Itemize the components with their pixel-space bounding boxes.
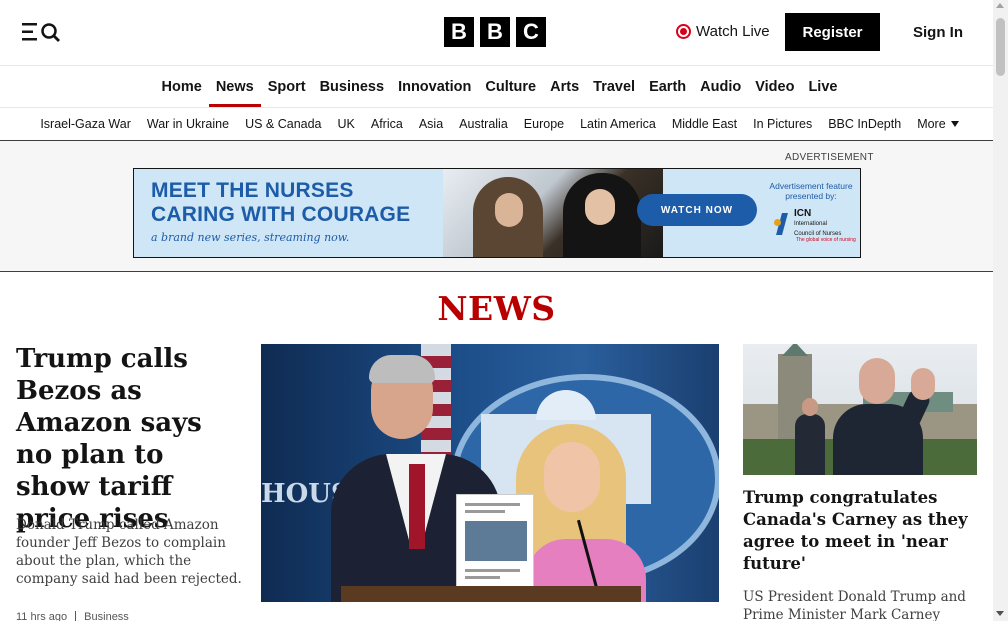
icn-logo-icon [774, 213, 790, 235]
woman-figure [516, 424, 646, 602]
nav-item-video[interactable]: Video [748, 66, 801, 107]
logo-letter: B [444, 17, 474, 47]
subnav-item-us-canada[interactable]: US & Canada [237, 108, 329, 140]
subnav-item-australia[interactable]: Australia [451, 108, 516, 140]
advertisement-banner[interactable]: MEET THE NURSES CARING WITH COURAGE a br… [133, 168, 861, 258]
ad-photo [443, 169, 663, 257]
nav-item-live[interactable]: Live [801, 66, 844, 107]
live-dot-icon [676, 24, 691, 39]
caret-down-icon [950, 121, 959, 127]
top-bar: B B C Watch Live Register Sign In [0, 0, 993, 66]
subnav-item-latin-america[interactable]: Latin America [572, 108, 664, 140]
subnav-item-uk[interactable]: UK [330, 108, 363, 140]
side-story-summary: US President Donald Trump and Prime Mini… [743, 589, 966, 621]
lead-story-category[interactable]: Business [84, 611, 129, 621]
security-guard-figure [795, 398, 825, 475]
scroll-thumb[interactable] [996, 18, 1005, 76]
lead-story-time: 11 hrs ago [16, 611, 68, 621]
more-menu-button[interactable]: More [909, 108, 966, 140]
watch-live-label: Watch Live [696, 23, 770, 40]
watch-live-link[interactable]: Watch Live [676, 23, 770, 40]
subnav-item-war-in-ukraine[interactable]: War in Ukraine [139, 108, 237, 140]
nav-item-earth[interactable]: Earth [642, 66, 693, 107]
ad-sponsor-logo: ICN International Council of Nurses [774, 209, 841, 238]
nav-item-culture[interactable]: Culture [478, 66, 543, 107]
nav-item-innovation[interactable]: Innovation [391, 66, 478, 107]
search-icon [41, 23, 60, 42]
ad-sponsor-name: International [794, 221, 828, 227]
ad-headline: MEET THE NURSES CARING WITH COURAGE [151, 179, 410, 227]
ad-subline: a brand new series, streaming now. [151, 231, 350, 244]
man-head [859, 358, 895, 404]
ad-sponsor-short: ICN [794, 208, 812, 219]
scroll-up-arrow-icon[interactable] [996, 3, 1004, 8]
ad-photo-face [585, 189, 615, 225]
secondary-nav: Israel-Gaza War War in Ukraine US & Cana… [0, 108, 993, 141]
ad-headline-line: CARING WITH COURAGE [151, 203, 411, 226]
logo-letter: B [480, 17, 510, 47]
nav-item-arts[interactable]: Arts [543, 66, 586, 107]
subnav-item-in-pictures[interactable]: In Pictures [745, 108, 820, 140]
ad-watch-now-button[interactable]: WATCH NOW [637, 194, 757, 226]
ad-sponsor-tagline: The global voice of nursing [796, 237, 856, 243]
nav-item-audio[interactable]: Audio [693, 66, 748, 107]
man-hand [911, 368, 935, 400]
lead-story-summary: Donald Trump called Amazon founder Jeff … [16, 517, 242, 587]
meta-divider [75, 611, 77, 621]
woman-face [544, 442, 600, 512]
primary-nav: Home News Sport Business Innovation Cult… [0, 66, 993, 108]
nav-item-business[interactable]: Business [313, 66, 391, 107]
waving-man-figure [833, 358, 943, 475]
printout-line [465, 503, 520, 506]
nav-item-news[interactable]: News [208, 66, 261, 107]
subnav-item-bbc-indepth[interactable]: BBC InDepth [820, 108, 909, 140]
printout-line [465, 510, 505, 513]
nav-item-home[interactable]: Home [155, 66, 209, 107]
more-label: More [917, 117, 946, 131]
scroll-down-arrow-icon[interactable] [996, 611, 1004, 616]
ad-feature-text: Advertisement feature presented by: [769, 181, 853, 201]
bbc-logo[interactable]: B B C [444, 17, 546, 47]
section-title: NEWS [437, 289, 556, 328]
lead-story-meta: 11 hrs ago Business [16, 611, 129, 621]
lead-story-image[interactable]: HOUSE [261, 344, 719, 602]
ad-sponsor-text: ICN International Council of Nurses [794, 209, 841, 238]
subnav-item-europe[interactable]: Europe [516, 108, 572, 140]
man-tie [409, 464, 425, 549]
ad-headline-line: MEET THE NURSES [151, 179, 354, 202]
register-button[interactable]: Register [785, 13, 880, 51]
podium [341, 586, 641, 602]
menu-icon [22, 23, 37, 41]
vertical-scrollbar[interactable] [993, 0, 1008, 621]
nav-item-sport[interactable]: Sport [261, 66, 313, 107]
printout-line [465, 576, 500, 579]
subnav-item-middle-east[interactable]: Middle East [664, 108, 745, 140]
printout-photo [465, 521, 527, 561]
menu-search-button[interactable] [22, 21, 62, 43]
side-story-headline[interactable]: Trump congratulates Canada's Carney as t… [743, 487, 977, 575]
logo-letter: C [516, 17, 546, 47]
sign-in-button[interactable]: Sign In [905, 13, 971, 51]
subnav-item-africa[interactable]: Africa [363, 108, 411, 140]
man-hair [369, 355, 435, 383]
side-story-image[interactable] [743, 344, 977, 475]
printout-held [456, 494, 534, 589]
ad-photo-face [495, 193, 523, 227]
subnav-item-israel-gaza-war[interactable]: Israel-Gaza War [32, 108, 139, 140]
advertisement-label: ADVERTISEMENT [785, 152, 874, 163]
printout-line [465, 569, 520, 572]
lead-story-headline[interactable]: Trump calls Bezos as Amazon says no plan… [16, 343, 244, 535]
nav-item-travel[interactable]: Travel [586, 66, 642, 107]
subnav-item-asia[interactable]: Asia [411, 108, 451, 140]
